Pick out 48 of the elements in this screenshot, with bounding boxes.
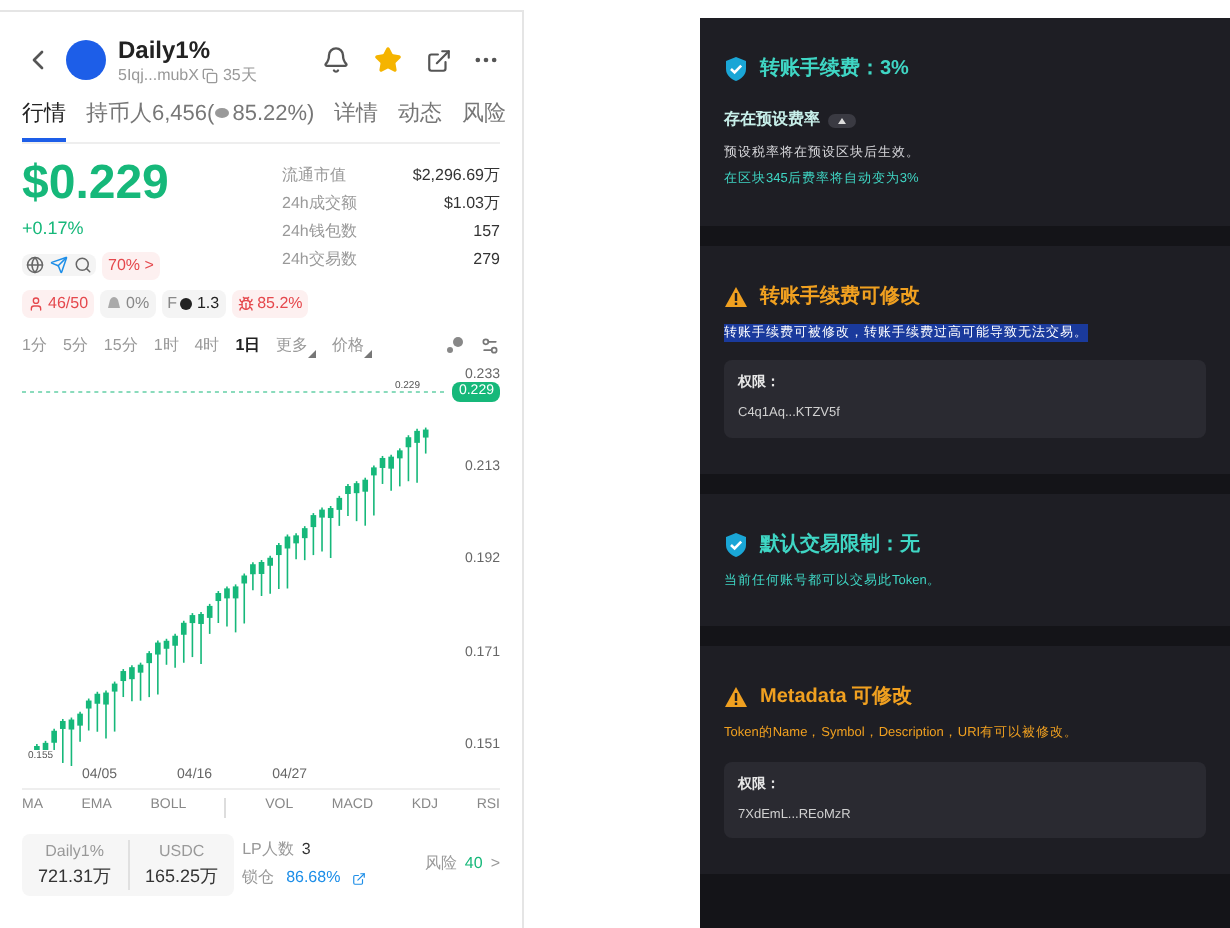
pool-label: USDC: [158, 839, 205, 863]
badge-value: 0%: [126, 291, 150, 315]
pool-value: 721.31万: [38, 863, 112, 889]
stat-label: 24h钱包数: [282, 220, 357, 244]
interval-tab[interactable]: 1日: [235, 333, 261, 357]
interval-tab[interactable]: 4时: [194, 333, 220, 357]
stat-label: 24h交易数: [282, 248, 357, 272]
tab[interactable]: 风险: [462, 97, 507, 142]
stat-value: 157: [473, 220, 500, 244]
badge-value: 46/50: [48, 291, 89, 315]
risk-value: 40: [464, 852, 483, 877]
token-name: Daily1%: [118, 35, 213, 65]
interval-tab[interactable]: 5分: [62, 333, 88, 357]
stat-value: $2,296.69万: [412, 164, 500, 188]
check-title: 默认交易限制：无: [760, 530, 920, 559]
token-address: 5Iqj...mubX: [118, 65, 199, 85]
check-subtitle: 存在预设费率: [724, 108, 820, 132]
badge-value: 85.2%: [257, 291, 303, 315]
price-change: +0.17%: [22, 216, 86, 242]
stat-value: 279: [473, 248, 500, 272]
interval-tab[interactable]: 1分: [22, 333, 47, 357]
stat-label: 24h成交额: [282, 192, 357, 216]
interval-tab[interactable]: 15分: [103, 333, 138, 357]
tab[interactable]: 动态: [398, 97, 443, 142]
check-title: Metadata 可修改: [760, 683, 913, 713]
price-value: $0.229: [22, 160, 171, 208]
stat-label: 流通市值: [282, 164, 346, 188]
pool-label: Daily1%: [45, 839, 104, 863]
f-label: F: [167, 291, 177, 315]
interval-tab[interactable]: 价格: [332, 333, 373, 357]
lock-label: 锁仓: [242, 866, 275, 891]
token-age: 35天: [222, 65, 257, 85]
tab[interactable]: 行情: [22, 97, 66, 142]
check-title: 转账手续费：3%: [760, 55, 909, 84]
tab[interactable]: 持币人6,456( 85.22%): [86, 97, 315, 142]
lock-value[interactable]: 86.68%: [286, 866, 341, 891]
badge-value: 1.3: [196, 291, 220, 315]
tab[interactable]: 详情: [334, 97, 379, 142]
stat-value: $1.03万: [443, 192, 500, 216]
lp-label: LP人数: [242, 838, 294, 863]
check-title: 转账手续费可修改: [760, 283, 920, 311]
risk-arrow[interactable]: >: [490, 852, 500, 877]
interval-tab[interactable]: 更多: [276, 333, 317, 357]
social-badge[interactable]: 70% >: [102, 251, 160, 279]
risk-label: 风险: [424, 852, 457, 877]
lp-value: 3: [301, 838, 311, 863]
interval-tab[interactable]: 1时: [153, 333, 179, 357]
pool-value: 165.25万: [145, 863, 219, 889]
